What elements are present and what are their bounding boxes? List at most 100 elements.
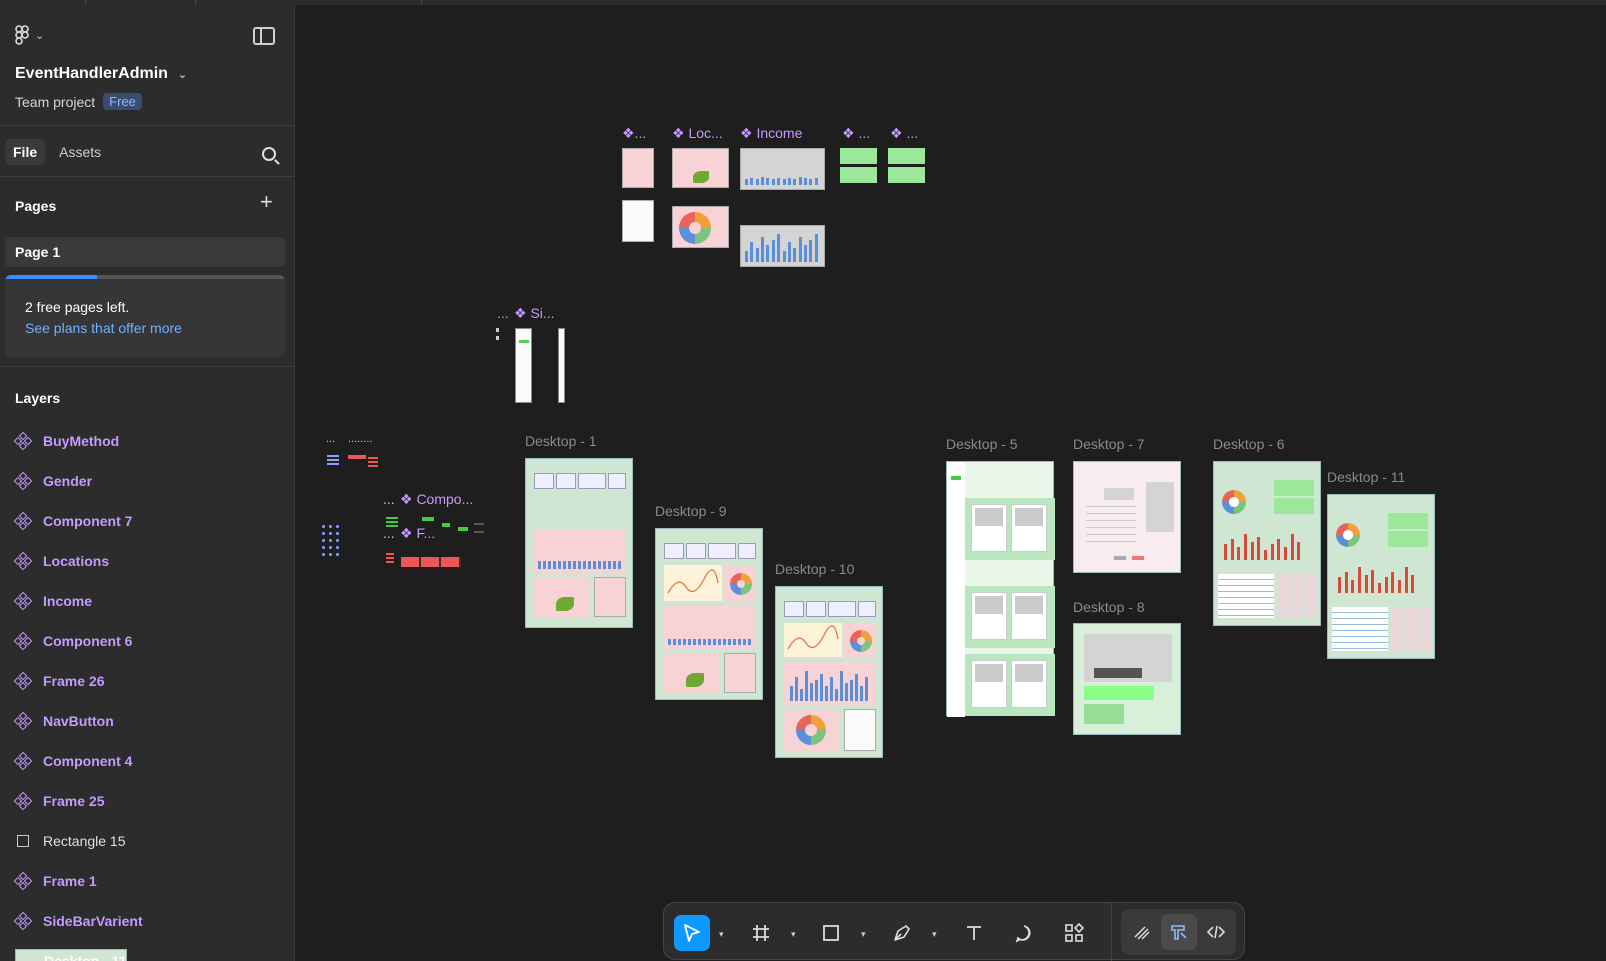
variant-thumb[interactable]	[386, 553, 394, 565]
component-thumb-green[interactable]	[840, 148, 877, 164]
variant-thumb[interactable]	[474, 523, 484, 533]
variant-thumb[interactable]	[422, 517, 434, 521]
mode-switcher	[1121, 909, 1236, 955]
frame-label-desktop-1[interactable]: Desktop - 1	[525, 433, 597, 449]
rectangle-tool-button[interactable]	[813, 915, 849, 951]
frame-desktop-7[interactable]	[1073, 461, 1181, 573]
add-page-icon[interactable]: +	[260, 191, 273, 213]
layer-label: Component 6	[43, 633, 133, 649]
frame-desktop-9[interactable]	[655, 528, 763, 700]
frame-label-desktop-6[interactable]: Desktop - 6	[1213, 436, 1285, 452]
frame-desktop-5[interactable]	[946, 461, 1055, 717]
design-mode-button[interactable]	[1161, 914, 1197, 950]
layer-item[interactable]: Frame 26	[13, 669, 104, 693]
chevron-down-icon[interactable]: ▾	[932, 929, 937, 940]
project-title[interactable]: EventHandlerAdmin ⌄	[15, 65, 187, 83]
layer-item[interactable]: Rectangle 15	[15, 829, 126, 853]
income-thumb[interactable]	[740, 225, 825, 267]
income-thumb[interactable]	[740, 148, 825, 190]
plan-badge[interactable]: Free	[103, 93, 142, 110]
button-thumb[interactable]	[348, 455, 366, 459]
frame-desktop-1[interactable]	[525, 458, 633, 628]
component-label-sidebar[interactable]: ❖ Si...	[514, 305, 555, 322]
sidebar-variant-thumb[interactable]	[515, 328, 532, 403]
ellipsis-label[interactable]: ...	[383, 525, 395, 541]
component-thumb-green[interactable]	[888, 148, 925, 164]
component-label-f[interactable]: ❖ F...	[400, 525, 435, 542]
layer-label: Component 7	[43, 513, 133, 529]
ellipsis-label[interactable]: ...	[326, 433, 335, 445]
layer-item[interactable]: Locations	[13, 549, 109, 573]
layer-item[interactable]: Frame 1	[13, 869, 97, 893]
ellipsis-label[interactable]: ...	[497, 305, 509, 321]
component-thumb[interactable]	[622, 200, 654, 242]
chevron-down-icon[interactable]: ▾	[719, 929, 724, 940]
layer-item[interactable]: NavButton	[13, 709, 114, 733]
variant-thumb[interactable]	[458, 527, 468, 531]
frame-desktop-10[interactable]	[775, 586, 883, 758]
component-thumb[interactable]	[622, 148, 654, 188]
gender-thumb[interactable]	[672, 206, 729, 248]
layer-item[interactable]: BuyMethod	[13, 429, 119, 453]
locations-thumb[interactable]	[672, 148, 729, 188]
text-tool-button[interactable]	[956, 915, 992, 951]
component-icon	[13, 591, 33, 611]
see-plans-link[interactable]: See plans that offer more	[25, 320, 182, 336]
image-placeholder	[975, 664, 1003, 682]
actions-tool-button[interactable]	[1056, 915, 1092, 951]
main-menu-button[interactable]: ⌄	[15, 25, 44, 45]
frame-desktop-6[interactable]	[1213, 461, 1321, 626]
sidebar-tabs: File Assets	[5, 139, 109, 165]
toggle-sidebar-icon[interactable]	[253, 27, 275, 45]
layer-item[interactable]: # Desktop - 11	[15, 949, 128, 961]
ellipsis-label[interactable]: ...	[383, 491, 395, 507]
move-tool-button[interactable]	[674, 915, 710, 951]
tab-assets[interactable]: Assets	[51, 139, 109, 165]
layer-item[interactable]: Income	[13, 589, 92, 613]
component-label[interactable]: ❖ ...	[842, 125, 870, 142]
layer-item[interactable]: Gender	[13, 469, 92, 493]
layer-item[interactable]: Component 4	[13, 749, 132, 773]
chevron-down-icon[interactable]: ▾	[861, 929, 866, 940]
component-label-income[interactable]: ❖ Income	[740, 125, 802, 142]
component-thumb-green[interactable]	[888, 167, 925, 183]
layer-item[interactable]: SideBarVarient	[13, 909, 143, 933]
variant-thumb[interactable]	[442, 523, 450, 527]
frame-label-desktop-5[interactable]: Desktop - 5	[946, 436, 1018, 452]
page-item-page-1[interactable]: Page 1	[5, 237, 285, 267]
nav-button-thumb[interactable]	[327, 455, 339, 467]
ellipsis-label[interactable]: ........	[348, 433, 372, 445]
component-label[interactable]: ❖ ...	[890, 125, 918, 142]
tab-file[interactable]: File	[5, 139, 46, 165]
frame-tool-button[interactable]	[743, 915, 779, 951]
layer-item[interactable]: Component 6	[13, 629, 133, 653]
draw-mode-button[interactable]	[1124, 914, 1160, 950]
frame-label-desktop-10[interactable]: Desktop - 10	[775, 561, 854, 577]
component-thumb-green[interactable]	[840, 167, 877, 183]
button-thumb[interactable]	[368, 457, 378, 467]
frame-desktop-11[interactable]	[1327, 494, 1435, 659]
frame-label-desktop-9[interactable]: Desktop - 9	[655, 503, 727, 519]
variant-thumb[interactable]	[386, 517, 398, 527]
variant-thumb[interactable]	[401, 557, 461, 567]
dev-mode-button[interactable]	[1198, 914, 1234, 950]
component-label[interactable]: ❖...	[622, 125, 646, 142]
dots-grid-thumb[interactable]	[320, 523, 340, 559]
bar-mark	[1411, 574, 1415, 593]
component-label-compo[interactable]: ❖ Compo...	[400, 491, 473, 508]
layer-item[interactable]: Frame 25	[13, 789, 104, 813]
donut-chart-shape	[796, 715, 826, 745]
component-label-locations[interactable]: ❖ Loc...	[672, 125, 723, 142]
chevron-down-icon[interactable]: ▾	[791, 929, 796, 940]
frame-desktop-8[interactable]	[1073, 623, 1181, 735]
pen-tool-button[interactable]	[884, 915, 920, 951]
divider	[0, 125, 294, 126]
layer-item[interactable]: Component 7	[13, 509, 133, 533]
sidebar-variant-thumb[interactable]	[558, 328, 565, 403]
frame-label-desktop-8[interactable]: Desktop - 8	[1073, 599, 1145, 615]
search-icon[interactable]	[262, 147, 276, 161]
frame-label-desktop-7[interactable]: Desktop - 7	[1073, 436, 1145, 452]
frame-label-desktop-11[interactable]: Desktop - 11	[1327, 469, 1405, 485]
design-canvas[interactable]: ❖... ❖ Loc... ❖ Income ❖ ... ❖ ... ... ❖…	[296, 5, 1606, 961]
comment-tool-button[interactable]	[1006, 915, 1042, 951]
